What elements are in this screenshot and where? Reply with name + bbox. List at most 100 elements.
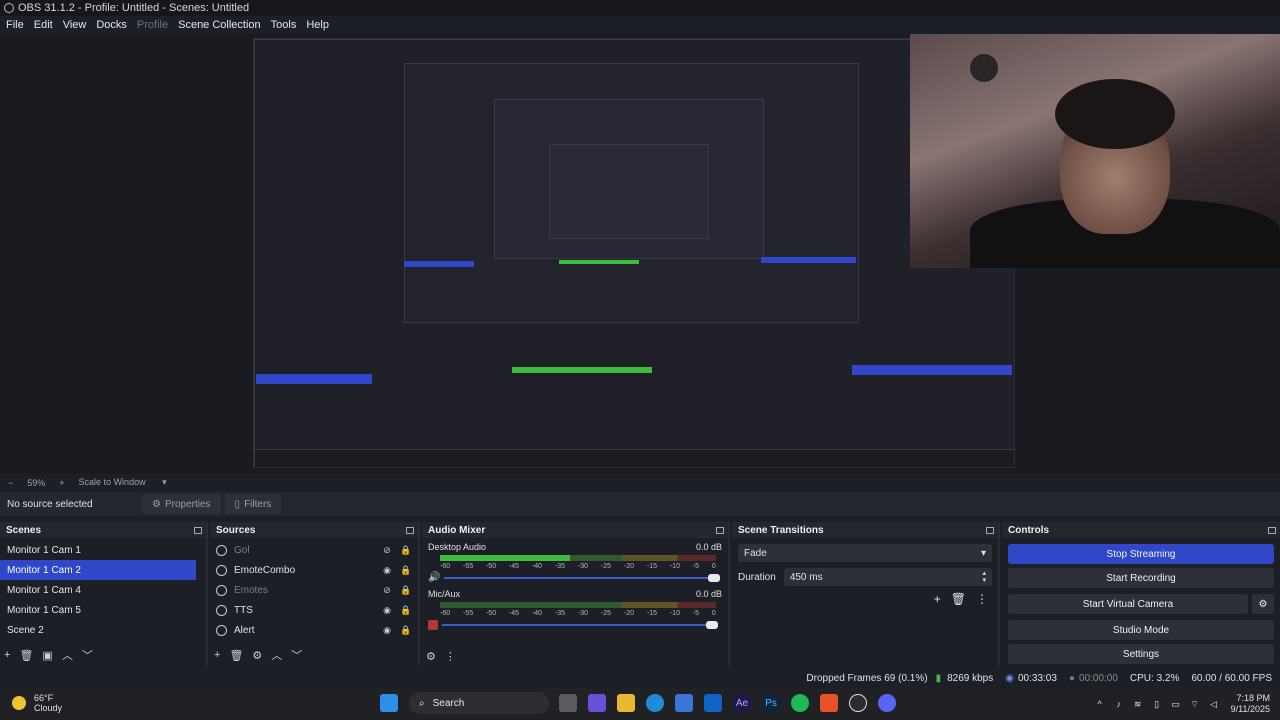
menu-tools[interactable]: Tools: [271, 19, 297, 31]
slider-knob[interactable]: [706, 621, 718, 629]
eye-hidden-icon[interactable]: ⊘: [382, 586, 392, 595]
dock-float-icon[interactable]: [1268, 526, 1276, 534]
file-explorer-icon[interactable]: [617, 694, 635, 712]
mixer-settings-icon[interactable]: ⚙: [426, 650, 436, 663]
settings-button[interactable]: Settings: [1008, 644, 1274, 664]
more-options-icon[interactable]: ⋮: [976, 592, 988, 606]
volume-icon[interactable]: ◁: [1209, 699, 1219, 709]
add-transition-icon[interactable]: +: [934, 592, 941, 606]
menu-scene-collection[interactable]: Scene Collection: [178, 19, 261, 31]
taskbar-search[interactable]: ⌕ Search: [409, 692, 549, 714]
volume-slider[interactable]: [444, 573, 721, 583]
discord-icon[interactable]: [878, 694, 896, 712]
gear-icon[interactable]: ⚙: [252, 649, 262, 662]
eye-icon[interactable]: ◉: [382, 606, 392, 615]
preview-canvas[interactable]: [253, 38, 1015, 468]
source-item[interactable]: EmoteCombo ◉ 🔒: [210, 560, 418, 580]
chevron-up-icon[interactable]: ︿: [62, 647, 73, 663]
trash-icon[interactable]: 🗑: [229, 649, 243, 662]
chevron-up-icon[interactable]: ^: [1095, 699, 1105, 709]
menu-profile[interactable]: Profile: [137, 19, 168, 31]
eye-icon[interactable]: ◉: [382, 626, 392, 635]
zoom-out-button[interactable]: −: [8, 478, 13, 488]
volume-slider[interactable]: [442, 620, 718, 630]
trash-icon[interactable]: 🗑: [951, 592, 966, 606]
slider-knob[interactable]: [708, 574, 721, 582]
menu-edit[interactable]: Edit: [34, 19, 53, 31]
dock-float-icon[interactable]: [986, 526, 994, 534]
windows-start-icon[interactable]: [380, 694, 398, 712]
speaker-icon[interactable]: 🔊: [428, 572, 440, 583]
network-tray-icon[interactable]: ≋: [1133, 699, 1143, 709]
microphone-tray-icon[interactable]: ▯: [1152, 699, 1162, 709]
meter-tick-label: -40: [531, 563, 543, 570]
chevron-down-icon[interactable]: ﹀: [82, 647, 93, 663]
chevron-down-icon[interactable]: ﹀: [291, 647, 302, 663]
clock-date: 9/11/2025: [1230, 704, 1270, 714]
store-icon[interactable]: [675, 694, 693, 712]
edge-icon[interactable]: [646, 694, 664, 712]
start-recording-button[interactable]: Start Recording: [1008, 568, 1274, 588]
lock-icon[interactable]: 🔒: [400, 586, 411, 595]
dock-float-icon[interactable]: [194, 526, 202, 534]
trash-icon[interactable]: 🗑: [19, 649, 33, 662]
lock-icon[interactable]: 🔒: [400, 606, 411, 615]
lock-icon[interactable]: 🔒: [400, 626, 411, 635]
display-tray-icon[interactable]: ▭: [1171, 699, 1181, 709]
scene-item-selected[interactable]: Monitor 1 Cam 2: [0, 560, 196, 580]
scene-filters-icon[interactable]: ▣: [42, 649, 52, 662]
menu-help[interactable]: Help: [306, 19, 329, 31]
meter-tick-label: -55: [462, 563, 474, 570]
start-virtual-camera-button[interactable]: Start Virtual Camera: [1008, 594, 1248, 614]
meter-tick-label: -30: [577, 610, 589, 617]
photoshop-icon[interactable]: Ps: [762, 694, 780, 712]
transition-type-select[interactable]: Fade ▾: [738, 544, 992, 562]
webcam-feed: [910, 34, 1280, 268]
add-scene-icon[interactable]: +: [4, 649, 10, 661]
brave-icon[interactable]: [820, 694, 838, 712]
lock-icon[interactable]: 🔒: [400, 546, 411, 555]
scene-item[interactable]: Scene 2: [0, 620, 196, 640]
source-item[interactable]: TTS ◉ 🔒: [210, 600, 418, 620]
stop-streaming-button[interactable]: Stop Streaming: [1008, 544, 1274, 564]
source-item[interactable]: Gol ⊘ 🔒: [210, 540, 418, 560]
wifi-icon[interactable]: ⌔: [1190, 699, 1200, 709]
virtual-camera-settings-button[interactable]: ⚙: [1252, 594, 1274, 614]
clock[interactable]: 7:18 PM 9/11/2025: [1231, 693, 1270, 715]
scene-item[interactable]: Monitor 1 Cam 5: [0, 600, 196, 620]
studio-mode-button[interactable]: Studio Mode: [1008, 620, 1274, 640]
add-source-icon[interactable]: +: [214, 649, 220, 661]
outlook-icon[interactable]: [704, 694, 722, 712]
obs-icon[interactable]: [849, 694, 867, 712]
scale-mode-dropdown[interactable]: Scale to Window ▾: [79, 477, 181, 488]
task-view-icon[interactable]: [559, 694, 577, 712]
meter-tick-label: -15: [646, 610, 657, 617]
spotify-icon[interactable]: [791, 694, 809, 712]
scene-item[interactable]: Monitor 1 Cam 1: [0, 540, 196, 560]
dock-float-icon[interactable]: [406, 526, 414, 534]
menu-view[interactable]: View: [63, 19, 87, 31]
duration-input[interactable]: 450 ms ▴ ▾: [783, 568, 992, 586]
source-item[interactable]: Emotes ⊘ 🔒: [210, 580, 418, 600]
zoom-in-button[interactable]: +: [59, 478, 64, 488]
scene-item[interactable]: Monitor 1 Cam 4: [0, 580, 196, 600]
weather-widget[interactable]: 66°F Cloudy: [12, 693, 62, 713]
menu-file[interactable]: File: [6, 19, 24, 31]
more-options-icon[interactable]: ⋮: [445, 650, 456, 663]
lock-icon[interactable]: 🔒: [400, 566, 411, 575]
properties-button[interactable]: ⚙ Properties: [142, 494, 221, 514]
eye-hidden-icon[interactable]: ⊘: [382, 546, 392, 555]
chevron-up-icon[interactable]: ︿: [271, 647, 282, 663]
source-item[interactable]: Alert ◉ 🔒: [210, 620, 418, 640]
filter-icon: ▯: [234, 498, 241, 510]
muted-speaker-icon[interactable]: [428, 619, 438, 630]
filters-button[interactable]: ▯ Filters: [224, 494, 282, 514]
dock-float-icon[interactable]: [716, 526, 724, 534]
menu-docks[interactable]: Docks: [96, 19, 127, 31]
audio-tray-icon[interactable]: ♪: [1114, 699, 1124, 709]
copilot-icon[interactable]: [588, 694, 606, 712]
spinner-icon[interactable]: ▴ ▾: [982, 570, 986, 584]
after-effects-icon[interactable]: Ae: [733, 694, 751, 712]
channel-db: 0.0 dB: [695, 542, 722, 552]
eye-icon[interactable]: ◉: [382, 566, 392, 575]
